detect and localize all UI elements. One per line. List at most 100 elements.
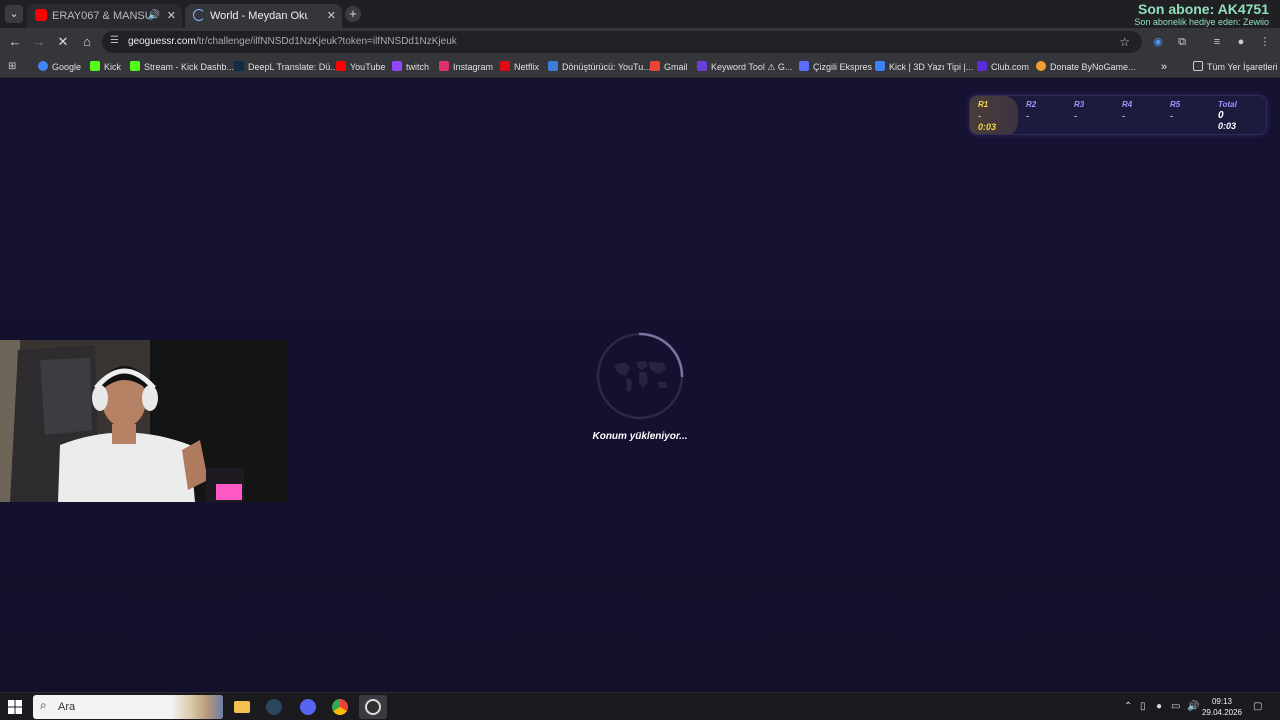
all-bookmarks-folder[interactable]: Tüm Yer İşaretleri (1193, 56, 1278, 78)
world-map-icon (596, 332, 684, 420)
bookmark-star-icon[interactable]: ☆ (1119, 31, 1130, 53)
bookmark-youtube[interactable]: YouTube (336, 56, 385, 78)
bookmark-cizgili-ekspres[interactable]: Çizgili Ekspres (799, 56, 872, 78)
netflix-icon (500, 61, 510, 71)
round-label: R1 (978, 100, 989, 109)
round-timer: 0:03 (978, 122, 997, 132)
bookmarks-overflow-button[interactable]: » (1161, 56, 1167, 78)
round-score: - (1026, 111, 1029, 121)
taskbar-search-box[interactable]: ⌕ Ara (33, 695, 223, 719)
bookmark-kick-dashboard[interactable]: Stream - Kick Dashb... (130, 56, 234, 78)
webcam-feed (0, 340, 288, 502)
url-text: geoguessr.com/tr/challenge/ilfNNSDd1NzKj… (128, 36, 457, 47)
microphone-icon[interactable]: ● (1156, 693, 1162, 720)
youtube-icon (35, 9, 47, 21)
round-label: R4 (1122, 100, 1133, 109)
tab-label: ERAY067 & MANSUR - YARI (52, 10, 150, 22)
bookmark-deepl[interactable]: DeepL Translate: Dü... (234, 56, 338, 78)
steam-app[interactable] (260, 695, 288, 719)
bookmark-converter[interactable]: Dönüştürücü: YouTu... (548, 56, 651, 78)
round-scoreboard: R1 - 0:03 R2 - R3 - R4 - R5 - Total 0 0:… (969, 95, 1267, 135)
bookmark-kick-3d-font[interactable]: Kick | 3D Yazı Tipi |... (875, 56, 973, 78)
round-score: - (1122, 111, 1125, 121)
bookmark-club[interactable]: Club.com (977, 56, 1029, 78)
bookmark-netflix[interactable]: Netflix (500, 56, 539, 78)
apps-grid-icon[interactable]: ⊞ (8, 61, 19, 72)
search-highlight-image (171, 695, 223, 719)
total-label: Total (1218, 100, 1237, 109)
speaker-icon[interactable]: 🔊 (148, 4, 160, 28)
loading-message: Konum yükleniyor... (592, 431, 688, 442)
gmail-icon (650, 61, 660, 71)
back-button[interactable]: ← (6, 33, 24, 51)
discord-icon (300, 699, 316, 715)
bookmark-bynogame[interactable]: Donate ByNoGame... (1036, 56, 1136, 78)
last-subscriber: Son abone: AK4751 (1138, 1, 1269, 17)
stream-overlay: Son abone: AK4751 Son abonelik hediye ed… (1134, 1, 1269, 28)
total-time: 0:03 (1218, 121, 1237, 131)
close-tab-icon[interactable]: ✕ (327, 4, 336, 28)
discord-app[interactable] (294, 695, 322, 719)
tab-youtube[interactable]: ERAY067 & MANSUR - YARI 🔊 ✕ (27, 4, 182, 28)
system-clock[interactable]: 09:13 29.04.2026 (1202, 696, 1242, 718)
obs-icon (365, 699, 381, 715)
round-4: R4 - (1114, 96, 1162, 134)
kick-icon (130, 61, 140, 71)
new-tab-button[interactable]: + (345, 6, 361, 22)
network-icon[interactable]: ▭ (1171, 693, 1180, 720)
home-button[interactable]: ⌂ (78, 33, 96, 51)
bookmark-gmail[interactable]: Gmail (650, 56, 688, 78)
forward-button[interactable]: → (30, 33, 48, 51)
tab-strip: ⌄ ERAY067 & MANSUR - YARI 🔊 ✕ World - Me… (0, 0, 1280, 28)
deepl-icon (234, 61, 244, 71)
extension-shield-icon[interactable]: ◉ (1150, 34, 1166, 50)
search-placeholder: Ara (58, 701, 76, 713)
bookmark-google[interactable]: Google (38, 56, 81, 78)
tray-overflow-icon[interactable]: ⌃ (1124, 693, 1132, 720)
twitch-icon (392, 61, 402, 71)
kick-icon (90, 61, 100, 71)
loading-spinner-icon (193, 9, 205, 21)
bookmark-keyword-tool[interactable]: Keyword Tool ⚠ G... (697, 56, 792, 78)
tab-geoguessr[interactable]: World - Meydan Okuma - GeoGuessr ✕ (185, 4, 342, 28)
extensions-puzzle-icon[interactable]: ⧉ (1174, 34, 1190, 50)
round-label: R3 (1074, 100, 1085, 109)
round-label: R5 (1170, 100, 1181, 109)
total-points: 0 (1218, 110, 1224, 121)
chrome-icon (332, 699, 348, 715)
address-bar[interactable]: ☰ geoguessr.com/tr/challenge/ilfNNSDd1Nz… (102, 31, 1142, 53)
site-info-icon[interactable]: ☰ (110, 35, 122, 47)
bookmark-kick[interactable]: Kick (90, 56, 121, 78)
round-2: R2 - (1018, 96, 1066, 134)
youtube-icon (336, 61, 346, 71)
clock-date: 29.04.2026 (1201, 708, 1242, 717)
windows-start-icon[interactable] (8, 700, 22, 714)
bookmark-twitch[interactable]: twitch (392, 56, 429, 78)
browser-toolbar: ← → ✕ ⌂ ☰ geoguessr.com/tr/challenge/ilf… (0, 28, 1280, 56)
google-icon (38, 61, 48, 71)
volume-icon[interactable]: 🔊 (1187, 693, 1199, 720)
media-controls-icon[interactable]: ≡ (1209, 34, 1225, 50)
clock-time: 09:13 (1211, 697, 1232, 706)
stop-loading-button[interactable]: ✕ (54, 33, 72, 51)
keyword-tool-icon (697, 61, 707, 71)
round-score: - (978, 111, 981, 121)
folder-icon (234, 701, 250, 713)
notifications-icon[interactable]: ▢ (1253, 693, 1262, 720)
font-icon (875, 61, 885, 71)
chrome-app[interactable] (326, 695, 354, 719)
round-1: R1 - 0:03 (970, 96, 1018, 134)
geoguessr-game-area: R1 - 0:03 R2 - R3 - R4 - R5 - Total 0 0:… (0, 79, 1280, 692)
browser-menu-icon[interactable]: ⋮ (1257, 34, 1273, 50)
obs-app[interactable] (359, 695, 387, 719)
phone-link-icon[interactable]: ▯ (1140, 693, 1146, 720)
folder-icon (1193, 61, 1203, 71)
club-icon (977, 61, 987, 71)
tab-search-menu-button[interactable]: ⌄ (5, 5, 23, 23)
profile-avatar-icon[interactable]: ● (1233, 34, 1249, 50)
close-tab-icon[interactable]: ✕ (167, 4, 176, 28)
file-explorer-app[interactable] (228, 695, 256, 719)
converter-icon (548, 61, 558, 71)
bookmark-instagram[interactable]: Instagram (439, 56, 493, 78)
round-score: - (1074, 111, 1077, 121)
